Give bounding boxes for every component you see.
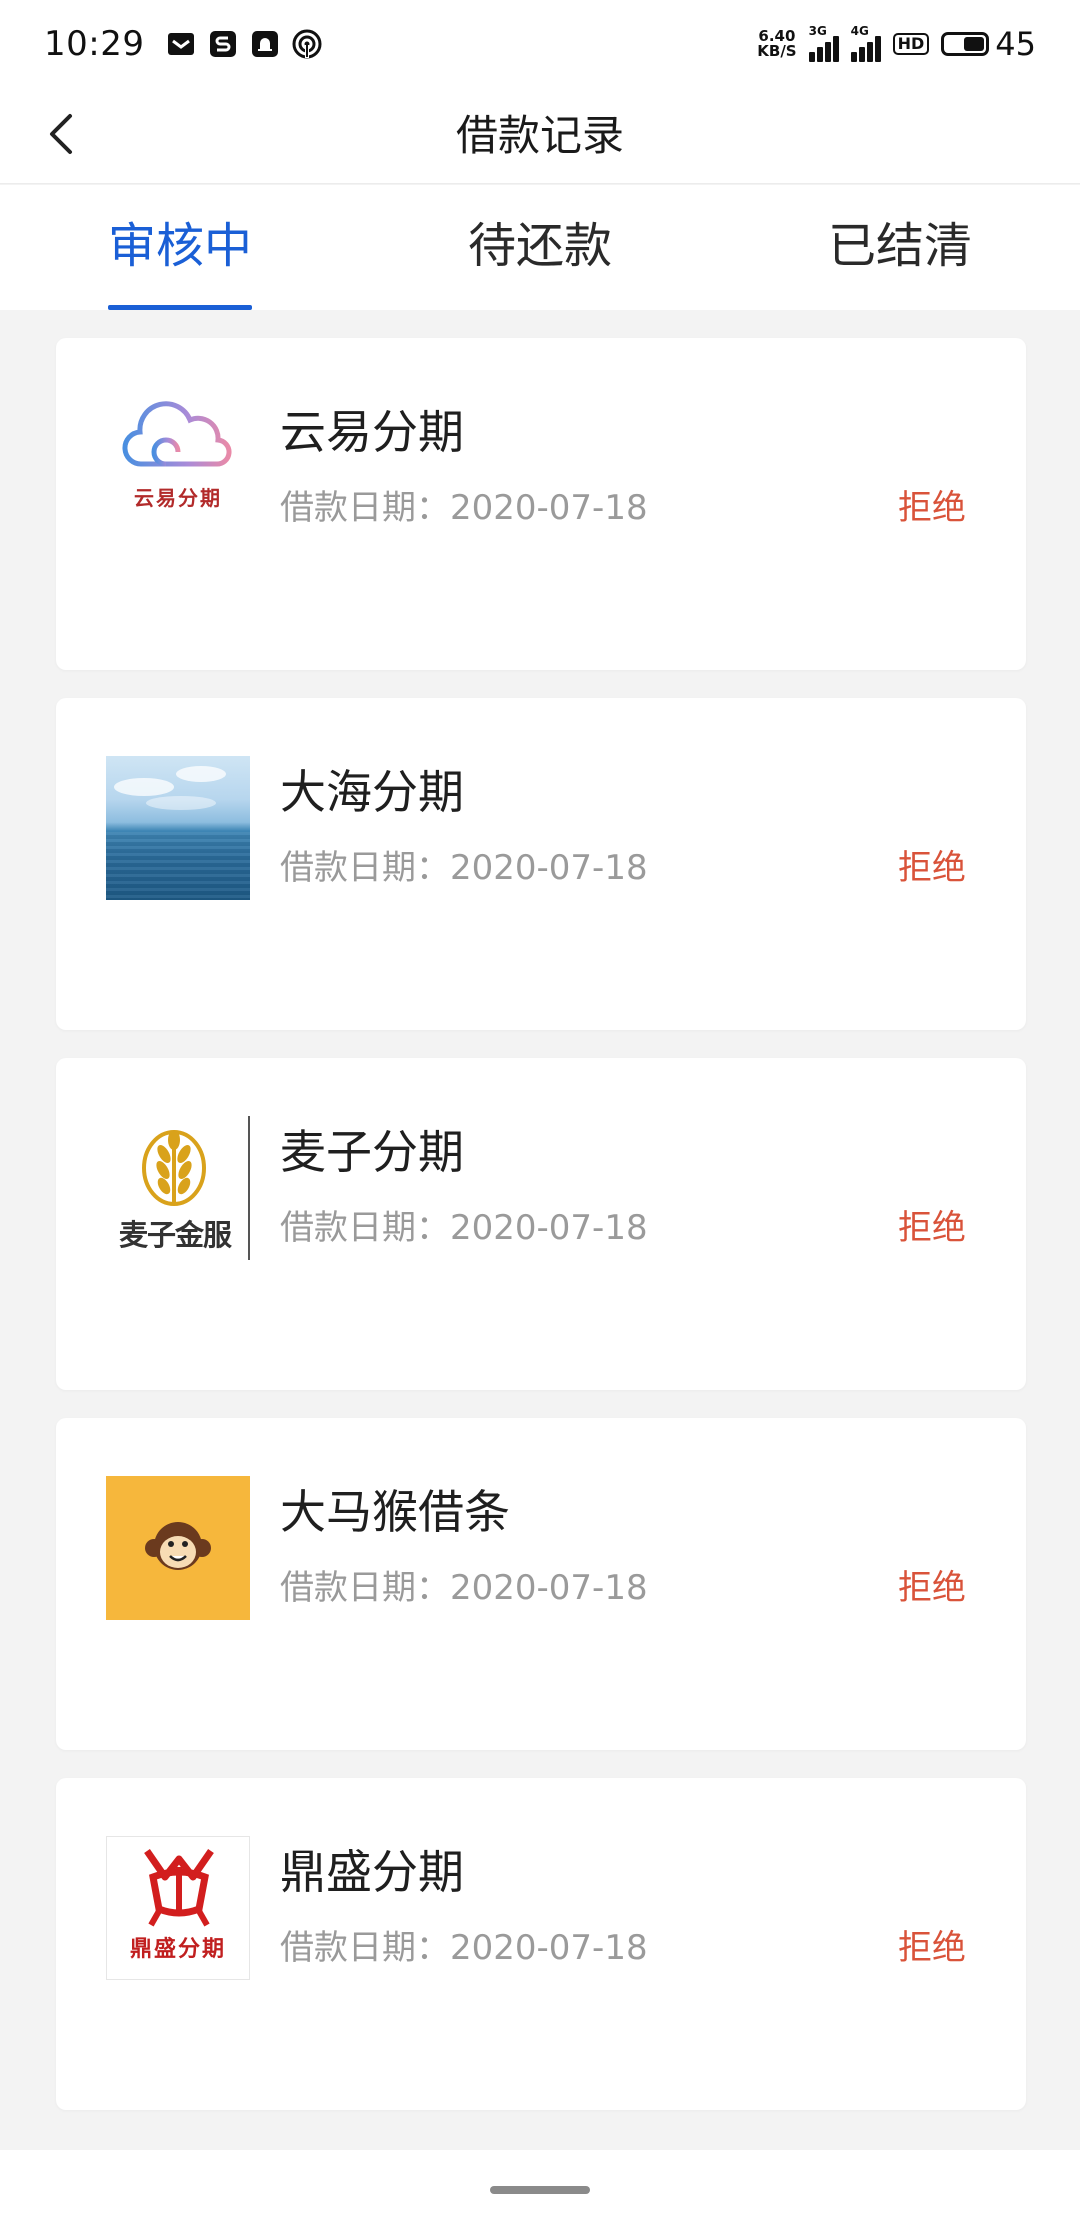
hotspot-icon xyxy=(292,29,322,59)
loan-date-label: 借款日期： xyxy=(280,488,450,528)
product-name: 大海分期 xyxy=(280,765,464,819)
product-name: 大马猴借条 xyxy=(280,1485,510,1539)
status-time: 10:29 xyxy=(44,24,145,64)
net-speed-unit: KB/S xyxy=(757,42,797,60)
nav-header: 借款记录 xyxy=(0,88,1080,184)
loan-date-label: 借款日期： xyxy=(280,848,450,888)
loan-date-label: 借款日期： xyxy=(280,1568,450,1608)
wheat-logo: 麦子金服 xyxy=(106,1116,250,1260)
tab-label: 审核中 xyxy=(107,218,252,274)
status-badge: 拒绝 xyxy=(898,1208,966,1248)
loan-record-card[interactable]: 大海分期 借款日期：2020-07-18 拒绝 xyxy=(56,698,1026,1030)
product-name: 鼎盛分期 xyxy=(280,1845,464,1899)
product-name: 麦子分期 xyxy=(280,1125,464,1179)
status-badge: 拒绝 xyxy=(898,488,966,528)
signal-sim2-icon: 4G xyxy=(850,24,881,62)
tab-pending-repayment[interactable]: 待还款 xyxy=(360,185,720,310)
tab-label: 待还款 xyxy=(467,218,612,274)
loan-date-value: 2020-07-18 xyxy=(450,488,648,528)
loan-record-list: 云易分期 云易分期 借款日期：2020-07-18 拒绝 大海分期 借款日期：2… xyxy=(56,338,1026,2138)
loan-record-card[interactable]: 大马猴借条 借款日期：2020-07-18 拒绝 xyxy=(56,1418,1026,1750)
status-bar: 10:29 6.40 KB/S 3G 4G HD 45 xyxy=(0,0,1080,88)
notification-icon xyxy=(250,29,280,59)
dingsheng-logo: 鼎盛分期 xyxy=(106,1836,250,1980)
loan-date-value: 2020-07-18 xyxy=(450,1568,648,1608)
loan-record-card[interactable]: 麦子金服 麦子分期 借款日期：2020-07-18 拒绝 xyxy=(56,1058,1026,1390)
status-badge: 拒绝 xyxy=(898,1568,966,1608)
loan-date-value: 2020-07-18 xyxy=(450,1208,648,1248)
home-indicator[interactable] xyxy=(490,2186,590,2194)
logo-text: 麦子金服 xyxy=(118,1218,232,1252)
status-badge: 拒绝 xyxy=(898,848,966,888)
monkey-logo xyxy=(106,1476,250,1620)
page-title: 借款记录 xyxy=(455,111,624,160)
loan-date: 借款日期：2020-07-18 xyxy=(280,1920,648,1969)
loan-record-card[interactable]: 云易分期 云易分期 借款日期：2020-07-18 拒绝 xyxy=(56,338,1026,670)
battery-indicator: 45 xyxy=(941,25,1036,63)
battery-icon xyxy=(941,32,990,56)
message-icon xyxy=(166,29,196,59)
loan-record-card[interactable]: 鼎盛分期 鼎盛分期 借款日期：2020-07-18 拒绝 xyxy=(56,1778,1026,2110)
hd-voice-icon: HD xyxy=(892,33,930,55)
tab-settled[interactable]: 已结清 xyxy=(720,185,1080,310)
logo-text: 鼎盛分期 xyxy=(129,1936,226,1962)
loan-date-value: 2020-07-18 xyxy=(450,848,648,888)
network-speed: 6.40 KB/S xyxy=(757,29,796,59)
status-badge: 拒绝 xyxy=(898,1928,966,1968)
loan-date-label: 借款日期： xyxy=(280,1928,450,1968)
loan-date-value: 2020-07-18 xyxy=(450,1928,648,1968)
sea-logo xyxy=(106,756,250,900)
sim2-type: 4G xyxy=(850,24,869,38)
tab-label: 已结清 xyxy=(827,218,972,274)
navigation-bar xyxy=(0,2150,1080,2232)
status-left: 10:29 xyxy=(44,24,322,64)
loan-date: 借款日期：2020-07-18 xyxy=(280,1200,648,1249)
tab-under-review[interactable]: 审核中 xyxy=(0,185,360,310)
loan-date-label: 借款日期： xyxy=(280,1208,450,1248)
status-right: 6.40 KB/S 3G 4G HD 45 xyxy=(757,24,1036,63)
loan-date: 借款日期：2020-07-18 xyxy=(280,840,648,889)
signal-sim1-icon: 3G xyxy=(808,24,839,62)
battery-level: 45 xyxy=(995,25,1036,63)
s-app-icon xyxy=(208,29,238,59)
tab-bar: 审核中 待还款 已结清 xyxy=(0,185,1080,310)
sim1-type: 3G xyxy=(808,24,827,38)
loan-date: 借款日期：2020-07-18 xyxy=(280,480,648,529)
logo-text: 云易分期 xyxy=(134,486,222,510)
product-name: 云易分期 xyxy=(280,405,464,459)
loan-date: 借款日期：2020-07-18 xyxy=(280,1560,648,1609)
tab-active-indicator xyxy=(108,305,252,310)
cloud-logo: 云易分期 xyxy=(106,396,250,540)
